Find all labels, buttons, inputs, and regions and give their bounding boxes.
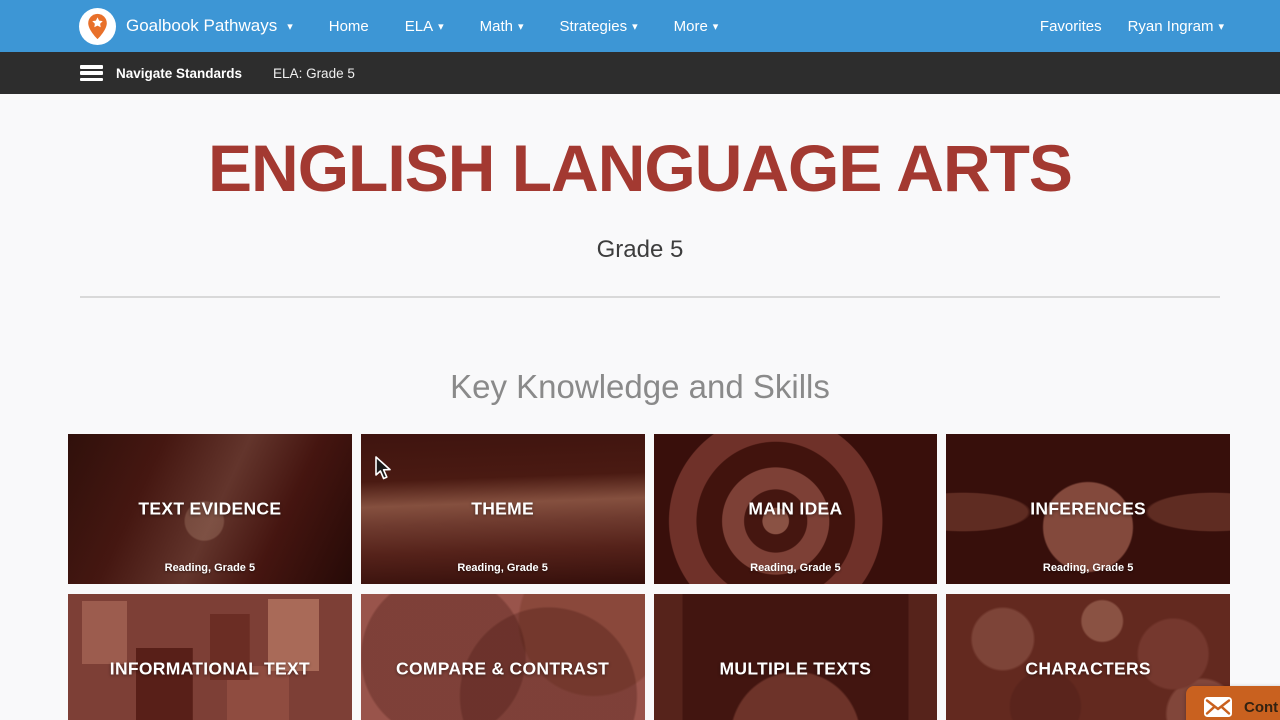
nav-item-label: ELA [404,17,434,35]
mouse-cursor [375,456,391,480]
caret-down-icon: ▾ [438,20,444,33]
nav-item-more[interactable]: More ▾ [674,18,719,35]
user-menu[interactable]: Ryan Ingram ▾ [1128,18,1224,35]
caret-down-icon: ▾ [632,20,638,33]
top-navbar: Goalbook Pathways ▾ Home ELA ▾ Math ▾ St… [0,0,1280,52]
card-title: TEXT EVIDENCE [138,498,282,519]
card-subtitle: Reading, Grade 5 [457,562,548,574]
skill-card-informational-text[interactable]: INFORMATIONAL TEXT [68,594,352,720]
menu-icon[interactable] [80,65,103,81]
nav-item-math[interactable]: Math ▾ [480,18,524,35]
primary-nav: Home ELA ▾ Math ▾ Strategies ▾ More ▾ [329,18,719,35]
card-subtitle: Reading, Grade 5 [164,562,256,574]
card-title: COMPARE & CONTRAST [396,658,610,679]
caret-down-icon: ▾ [712,20,719,33]
nav-item-label: Home [328,17,369,35]
user-name-label: Ryan Ingram [1127,17,1214,35]
card-subtitle: Reading, Grade 5 [1042,562,1134,574]
brand-label: Goalbook Pathways [126,16,278,35]
skill-card-compare-contrast[interactable]: COMPARE & CONTRAST [360,594,645,720]
card-title: MAIN IDEA [748,498,843,519]
card-title: THEME [471,498,534,519]
card-title: MULTIPLE TEXTS [719,658,872,679]
nav-item-ela[interactable]: ELA ▾ [405,18,444,35]
caret-down-icon: ▾ [287,20,293,33]
nav-item-favorites[interactable]: Favorites [1040,18,1102,35]
nav-item-home[interactable]: Home [329,18,369,35]
contact-label: Cont [1244,699,1279,716]
skill-card-theme[interactable]: THEME Reading, Grade 5 [360,434,645,584]
skill-card-text-evidence[interactable]: TEXT EVIDENCE Reading, Grade 5 [68,434,352,584]
divider [80,296,1220,298]
skill-card-main-idea[interactable]: MAIN IDEA Reading, Grade 5 [653,434,938,584]
page-title: ENGLISH LANGUAGE ARTS [208,131,1073,205]
brand-menu[interactable]: Goalbook Pathways ▾ [79,7,293,45]
nav-item-label: More [673,17,708,35]
card-title: INFERENCES [1030,498,1147,519]
skills-grid: TEXT EVIDENCE Reading, Grade 5 THEME Rea… [68,434,1230,720]
secondary-nav: Favorites Ryan Ingram ▾ [1040,18,1224,35]
skill-card-inferences[interactable]: INFERENCES Reading, Grade 5 [946,434,1230,584]
envelope-icon [1203,696,1233,720]
navigate-standards-label[interactable]: Navigate Standards [116,66,242,81]
card-subtitle: Reading, Grade 5 [750,562,841,574]
nav-item-label: Math [479,17,513,35]
nav-item-label: Strategies [559,17,628,35]
nav-item-strategies[interactable]: Strategies ▾ [560,18,638,35]
caret-down-icon: ▾ [518,20,524,33]
section-heading: Key Knowledge and Skills [450,368,830,405]
page-subtitle: Grade 5 [596,236,684,263]
card-title: CHARACTERS [1025,658,1151,679]
card-title: INFORMATIONAL TEXT [109,658,310,679]
caret-down-icon: ▾ [1218,20,1224,33]
nav-item-label: Favorites [1039,17,1102,35]
goalbook-logo-icon [79,7,116,45]
skill-card-multiple-texts[interactable]: MULTIPLE TEXTS [653,594,938,720]
standards-toolbar: Navigate Standards ELA: Grade 5 [0,52,1280,94]
current-context-label: ELA: Grade 5 [273,65,355,81]
contact-button[interactable]: Cont [1186,686,1280,720]
